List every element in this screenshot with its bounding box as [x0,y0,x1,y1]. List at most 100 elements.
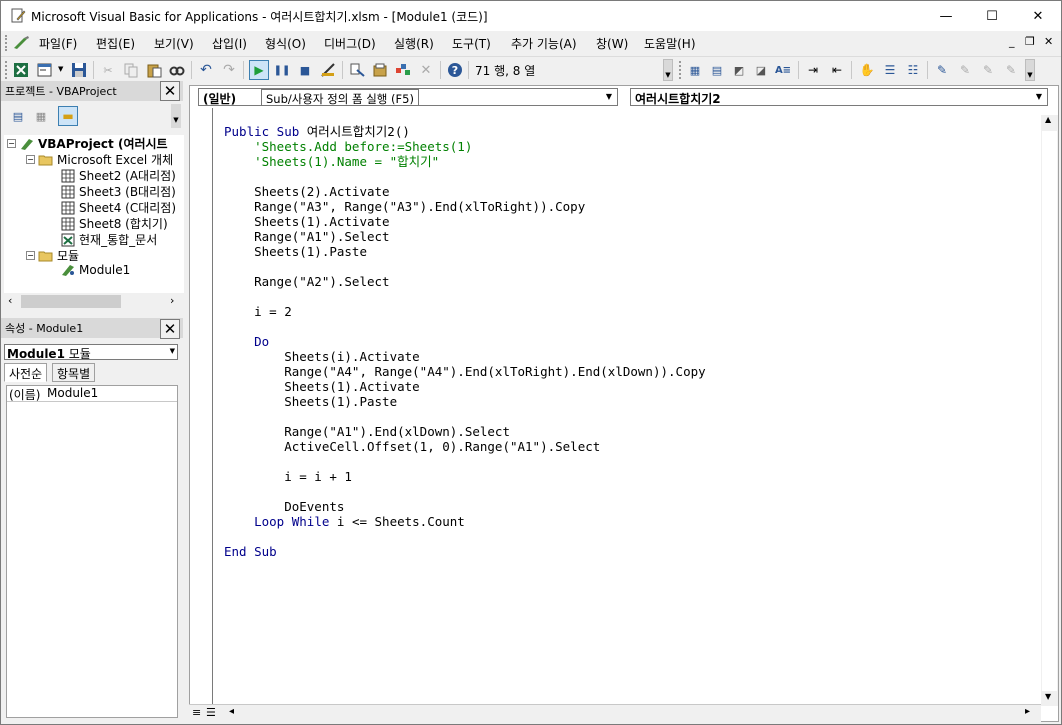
copy-button[interactable] [121,60,141,80]
parameter-info-button[interactable]: ◪ [751,60,771,80]
cut-button[interactable]: ✂ [98,60,118,80]
break-button[interactable]: ❚❚ [272,60,292,80]
code-line[interactable] [224,484,706,499]
run-sub-button[interactable]: ▶ [249,60,269,80]
comment-block-button[interactable]: ☰ [880,60,900,80]
project-pane-close-button[interactable]: ✕ [160,81,180,101]
code-line[interactable]: Sheets(2).Activate [224,184,706,199]
menu-run[interactable]: 실행(R) [394,35,434,52]
outdent-button[interactable]: ⇤ [827,60,847,80]
code-line[interactable]: Sheets(i).Activate [224,349,706,364]
procedure-view-icon[interactable]: ≡ [192,706,201,719]
paste-button[interactable] [144,60,164,80]
edit-toolbar-overflow-button[interactable]: ▼ [1025,59,1035,81]
menu-view[interactable]: 보기(V) [154,35,194,52]
code-line[interactable]: Public Sub 여러시트합치기2() [224,124,706,139]
scroll-left-icon[interactable]: ◂ [229,706,234,717]
code-line[interactable]: Loop While i <= Sheets.Count [224,514,706,529]
procedure-combo[interactable]: 여러시트합치기2 ▼ [630,88,1048,106]
mdi-restore-button[interactable]: ❐ [1025,35,1035,48]
collapse-icon[interactable]: − [26,251,35,260]
clear-bookmarks-button[interactable]: ✎ [1001,60,1021,80]
code-line[interactable]: End Sub [224,544,706,559]
code-line[interactable]: Sheets(1).Paste [224,394,706,409]
properties-object-select[interactable]: Module1 모듈 ▼ [4,344,178,361]
toolbar-overflow-button[interactable]: ▼ [663,59,673,81]
code-editor[interactable]: Public Sub 여러시트합치기2() 'Sheets.Add before… [224,124,706,559]
tree-row-sheet8[interactable]: Sheet8 (합치기) [60,215,168,232]
property-value[interactable]: Module1 [47,386,98,400]
scroll-right-icon[interactable]: › [170,294,174,307]
properties-pane-close-button[interactable]: ✕ [160,319,180,339]
close-button[interactable]: ✕ [1015,1,1061,31]
mdi-minimize-button[interactable]: _ [1009,35,1015,48]
tab-alphabetic[interactable]: 사전순 [4,363,48,382]
properties-button[interactable] [370,60,390,80]
indent-button[interactable]: ⇥ [803,60,823,80]
code-line[interactable]: Range("A3", Range("A3").End(xlToRight)).… [224,199,706,214]
scroll-down-icon[interactable]: ▼ [1045,692,1051,701]
view-object-button[interactable]: ▦ [31,106,51,126]
scroll-up-icon[interactable]: ▲ [1045,115,1051,124]
minimize-button[interactable]: — [923,1,969,31]
code-line[interactable]: DoEvents [224,499,706,514]
maximize-button[interactable]: ☐ [969,1,1015,31]
vba-menu-icon[interactable] [12,35,30,51]
code-line[interactable]: ActiveCell.Offset(1, 0).Range("A1").Sele… [224,439,706,454]
tab-categorized[interactable]: 항목별 [52,363,96,382]
scroll-left-icon[interactable]: ‹ [8,294,12,307]
menu-window[interactable]: 창(W) [596,35,628,52]
tree-row-workbook[interactable]: 현재_통합_문서 [60,231,157,248]
code-line[interactable] [224,259,706,274]
toolbox-button[interactable]: ✕ [416,60,436,80]
code-line[interactable] [224,454,706,469]
tree-row-modules[interactable]: − 모듈 [26,247,79,264]
code-line[interactable]: Sheets(1).Paste [224,244,706,259]
code-line[interactable] [224,169,706,184]
excel-view-button[interactable] [11,60,31,80]
menu-format[interactable]: 형식(O) [265,35,306,52]
menu-tools[interactable]: 도구(T) [452,35,491,52]
code-line[interactable] [224,409,706,424]
code-line[interactable]: Range("A1").Select [224,229,706,244]
code-line[interactable]: i = i + 1 [224,469,706,484]
code-line[interactable]: Range("A4", Range("A4").End(xlToRight).E… [224,364,705,379]
menu-insert[interactable]: 삽입(I) [212,35,247,52]
menu-addins[interactable]: 추가 기능(A) [511,35,577,52]
menu-debug[interactable]: 디버그(D) [324,35,376,52]
quick-info-button[interactable]: ◩ [729,60,749,80]
redo-button[interactable]: ↷ [219,60,239,80]
code-line[interactable]: 'Sheets(1).Name = "합치기" [224,154,706,169]
toggle-breakpoint-button[interactable]: ✋ [857,60,877,80]
find-button[interactable] [167,60,187,80]
list-constants-button[interactable]: ▤ [707,60,727,80]
insert-dropdown-icon[interactable]: ▼ [58,65,63,73]
scroll-thumb[interactable] [1042,131,1057,691]
help-button[interactable]: ? [445,60,465,80]
insert-userform-button[interactable] [35,60,55,80]
toggle-bookmark-button[interactable]: ✎ [932,60,952,80]
menu-edit[interactable]: 편집(E) [96,35,135,52]
tree-row-excel-objects[interactable]: − Microsoft Excel 개체 [26,151,173,168]
complete-word-button[interactable]: A≡ [773,60,793,80]
tree-row-module1[interactable]: Module1 [60,263,130,277]
next-bookmark-button[interactable]: ✎ [955,60,975,80]
tree-row-vbaproject[interactable]: − VBAProject (여러시트 [7,135,168,152]
scroll-thumb[interactable] [21,295,121,308]
reset-button[interactable]: ■ [295,60,315,80]
code-line[interactable] [224,529,706,544]
property-row[interactable]: (이름) Module1 [7,386,177,402]
code-line[interactable]: Range("A1").End(xlDown).Select [224,424,706,439]
menu-file[interactable]: 파일(F) [39,35,77,52]
code-line[interactable]: Do [224,334,706,349]
code-line[interactable]: Sheets(1).Activate [224,379,706,394]
tree-row-sheet4[interactable]: Sheet4 (C대리점) [60,199,176,216]
view-code-button[interactable]: ▤ [8,106,28,126]
previous-bookmark-button[interactable]: ✎ [978,60,998,80]
code-line[interactable] [224,319,706,334]
mdi-close-button[interactable]: ✕ [1044,35,1053,48]
project-toolbar-overflow[interactable]: ▼ [171,104,181,128]
collapse-icon[interactable]: − [7,139,16,148]
project-explorer-button[interactable] [347,60,367,80]
uncomment-block-button[interactable]: ☷ [903,60,923,80]
